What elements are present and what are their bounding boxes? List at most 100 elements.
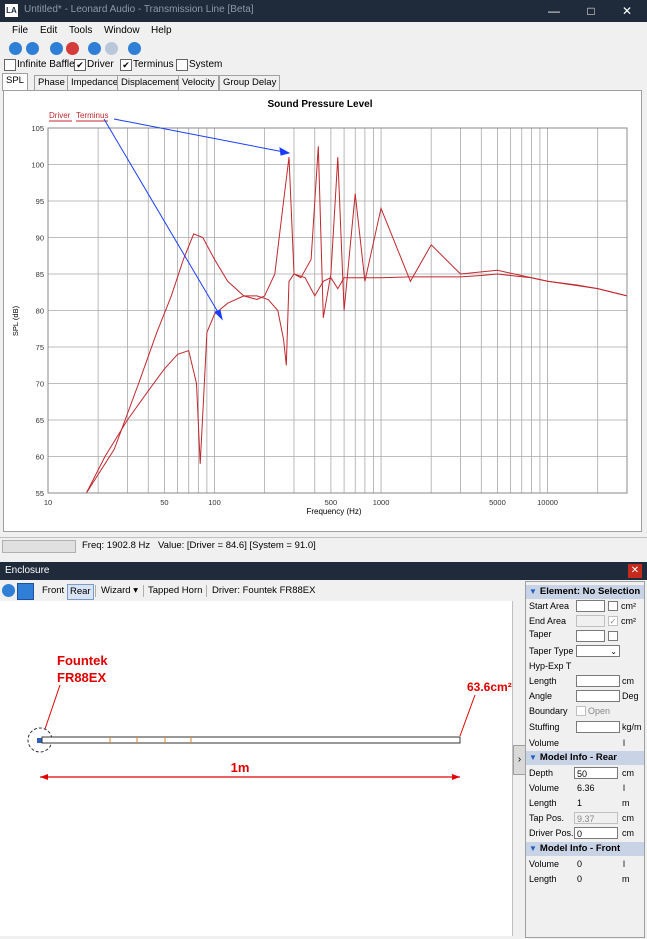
annotation-arrows <box>103 118 291 321</box>
play-icon[interactable] <box>2 584 15 597</box>
driver-pos-input[interactable]: 0 <box>574 827 618 839</box>
end-area-checkbox[interactable]: ✓ <box>608 616 618 626</box>
driver-annotation-line1: Fountek <box>57 653 108 668</box>
x-tick-label: 1000 <box>373 498 390 507</box>
terminus-checkbox[interactable]: ✔ <box>120 59 132 71</box>
driver-label: Driver <box>87 59 114 70</box>
menu-file[interactable]: File <box>12 25 28 36</box>
spl-chart[interactable]: 55 60 65 70 75 80 85 90 95 100 105 10 50 100 500 1000 5… <box>4 91 641 531</box>
x-tick-label: 500 <box>325 498 338 507</box>
tab-spl[interactable]: SPL <box>2 73 28 91</box>
wizard-dropdown[interactable]: Wizard ▾ <box>99 584 140 598</box>
spl-chart-pane: 55 60 65 70 75 80 85 90 95 100 105 10 50 100 500 1000 5… <box>3 90 642 532</box>
enclosure-canvas[interactable]: Fountek FR88EX 63.6cm² 1m <box>0 601 512 936</box>
toolbar <box>0 40 647 58</box>
collapse-triangle-icon: ▼ <box>529 844 537 853</box>
length-arrow-right <box>452 774 460 780</box>
collapse-triangle-icon: ▼ <box>529 587 537 596</box>
panel-splitter[interactable]: › <box>512 601 526 936</box>
tab-velocity[interactable]: Velocity <box>178 75 219 90</box>
step-forward-icon[interactable] <box>105 42 118 55</box>
taper-input[interactable] <box>576 630 605 642</box>
tab-group-delay[interactable]: Group Delay <box>219 75 281 90</box>
x-tick-labels: 10 50 100 500 1000 5000 10000 <box>44 498 558 507</box>
driver-checkbox[interactable]: ✔ <box>74 59 86 71</box>
tab-displacement[interactable]: Displacement <box>117 75 183 90</box>
menu-tools[interactable]: Tools <box>69 25 92 36</box>
arrow-to-driver-curve <box>103 118 223 320</box>
close-button[interactable]: ✕ <box>614 0 640 22</box>
rewind-icon[interactable] <box>9 42 22 55</box>
x-tick-label: 10 <box>44 498 52 507</box>
driver-name: Driver: Fountek FR88EX <box>212 585 316 596</box>
enclosure-panel-title: Enclosure ✕ <box>0 562 647 580</box>
rear-button[interactable]: Rear <box>67 584 94 600</box>
front-length-value: 0 <box>577 874 583 884</box>
chart-curves <box>85 146 628 494</box>
properties-panel: ▼ Element: No Selection Start Area cm² En… <box>525 581 645 938</box>
y-tick-label: 60 <box>36 453 44 462</box>
tab-impedance[interactable]: Impedance <box>67 75 123 90</box>
taper-type-label: Taper Type <box>529 646 574 656</box>
play-icon[interactable] <box>128 42 141 55</box>
hyp-exp-label: Hyp-Exp T <box>529 661 572 671</box>
infinite-baffle-checkbox[interactable] <box>4 59 16 71</box>
rear-length-value: 1 <box>577 798 583 808</box>
enclosure-close-button[interactable]: ✕ <box>628 564 642 578</box>
start-area-input[interactable] <box>576 600 605 612</box>
open-checkbox[interactable] <box>576 706 586 716</box>
status-readout: Freq: 1902.8 Hz Value: [Driver = 84.6] [… <box>82 540 316 551</box>
collapse-triangle-icon: ▼ <box>529 753 537 762</box>
x-tick-label: 10000 <box>537 498 558 507</box>
hyp-exp-input[interactable] <box>576 660 620 672</box>
end-area-input[interactable] <box>576 615 605 627</box>
status-bar: Freq: 1902.8 Hz Value: [Driver = 84.6] [… <box>0 537 647 554</box>
tab-phase[interactable]: Phase <box>34 75 69 90</box>
chart-grid <box>47 127 628 494</box>
legend-driver: Driver <box>49 111 71 120</box>
depth-input[interactable]: 50 <box>574 767 618 779</box>
menu-help[interactable]: Help <box>151 25 172 36</box>
back-icon[interactable] <box>26 42 39 55</box>
angle-label: Angle <box>529 691 553 701</box>
stop-icon[interactable] <box>50 42 63 55</box>
element-header: ▼ Element: No Selection <box>526 585 644 599</box>
enclosure-toolbar: Front Rear Wizard ▾ Tapped Horn Driver: … <box>0 581 525 601</box>
model-rear-header: ▼ Model Info - Rear <box>526 751 644 765</box>
length-label: Length <box>529 676 557 686</box>
step-back-icon[interactable] <box>88 42 101 55</box>
boundary-label: Boundary <box>529 706 568 716</box>
taper-type-select[interactable]: ⌄ <box>576 645 620 657</box>
window-title: Untitled* - Leonard Audio - Transmission… <box>24 4 254 15</box>
front-button[interactable]: Front <box>40 584 66 598</box>
length-arrow-left <box>40 774 48 780</box>
end-area-label: End Area <box>529 616 567 626</box>
stuffing-label: Stuffing <box>529 722 560 732</box>
driver-leader-line <box>44 684 61 730</box>
y-tick-label: 75 <box>36 343 44 352</box>
record-icon[interactable] <box>66 42 79 55</box>
front-volume-label: Volume <box>529 859 560 869</box>
length-input[interactable] <box>576 675 620 687</box>
start-area-checkbox[interactable] <box>608 601 618 611</box>
depth-label: Depth <box>529 768 554 778</box>
wrench-icon[interactable] <box>17 583 34 600</box>
y-tick-label: 85 <box>36 270 44 279</box>
system-checkbox[interactable] <box>176 59 188 71</box>
maximize-button[interactable]: □ <box>578 0 604 22</box>
stuffing-input[interactable] <box>576 721 620 733</box>
y-tick-label: 100 <box>31 161 44 170</box>
series-line-terminus <box>85 146 628 494</box>
infinite-baffle-label: Infinite Baffle <box>17 59 75 70</box>
rear-volume-label: Volume <box>529 783 560 793</box>
angle-input[interactable] <box>576 690 620 702</box>
area-annotation: 63.6cm² <box>467 680 512 694</box>
tap-pos-input[interactable]: 9.37 <box>574 812 618 824</box>
minimize-button[interactable]: — <box>541 0 567 22</box>
taper-checkbox[interactable] <box>608 631 618 641</box>
status-field <box>2 540 76 553</box>
menu-window[interactable]: Window <box>104 25 140 36</box>
transmission-line-body[interactable] <box>41 736 461 744</box>
menu-edit[interactable]: Edit <box>40 25 57 36</box>
driver-annotation-line2: FR88EX <box>57 670 106 685</box>
